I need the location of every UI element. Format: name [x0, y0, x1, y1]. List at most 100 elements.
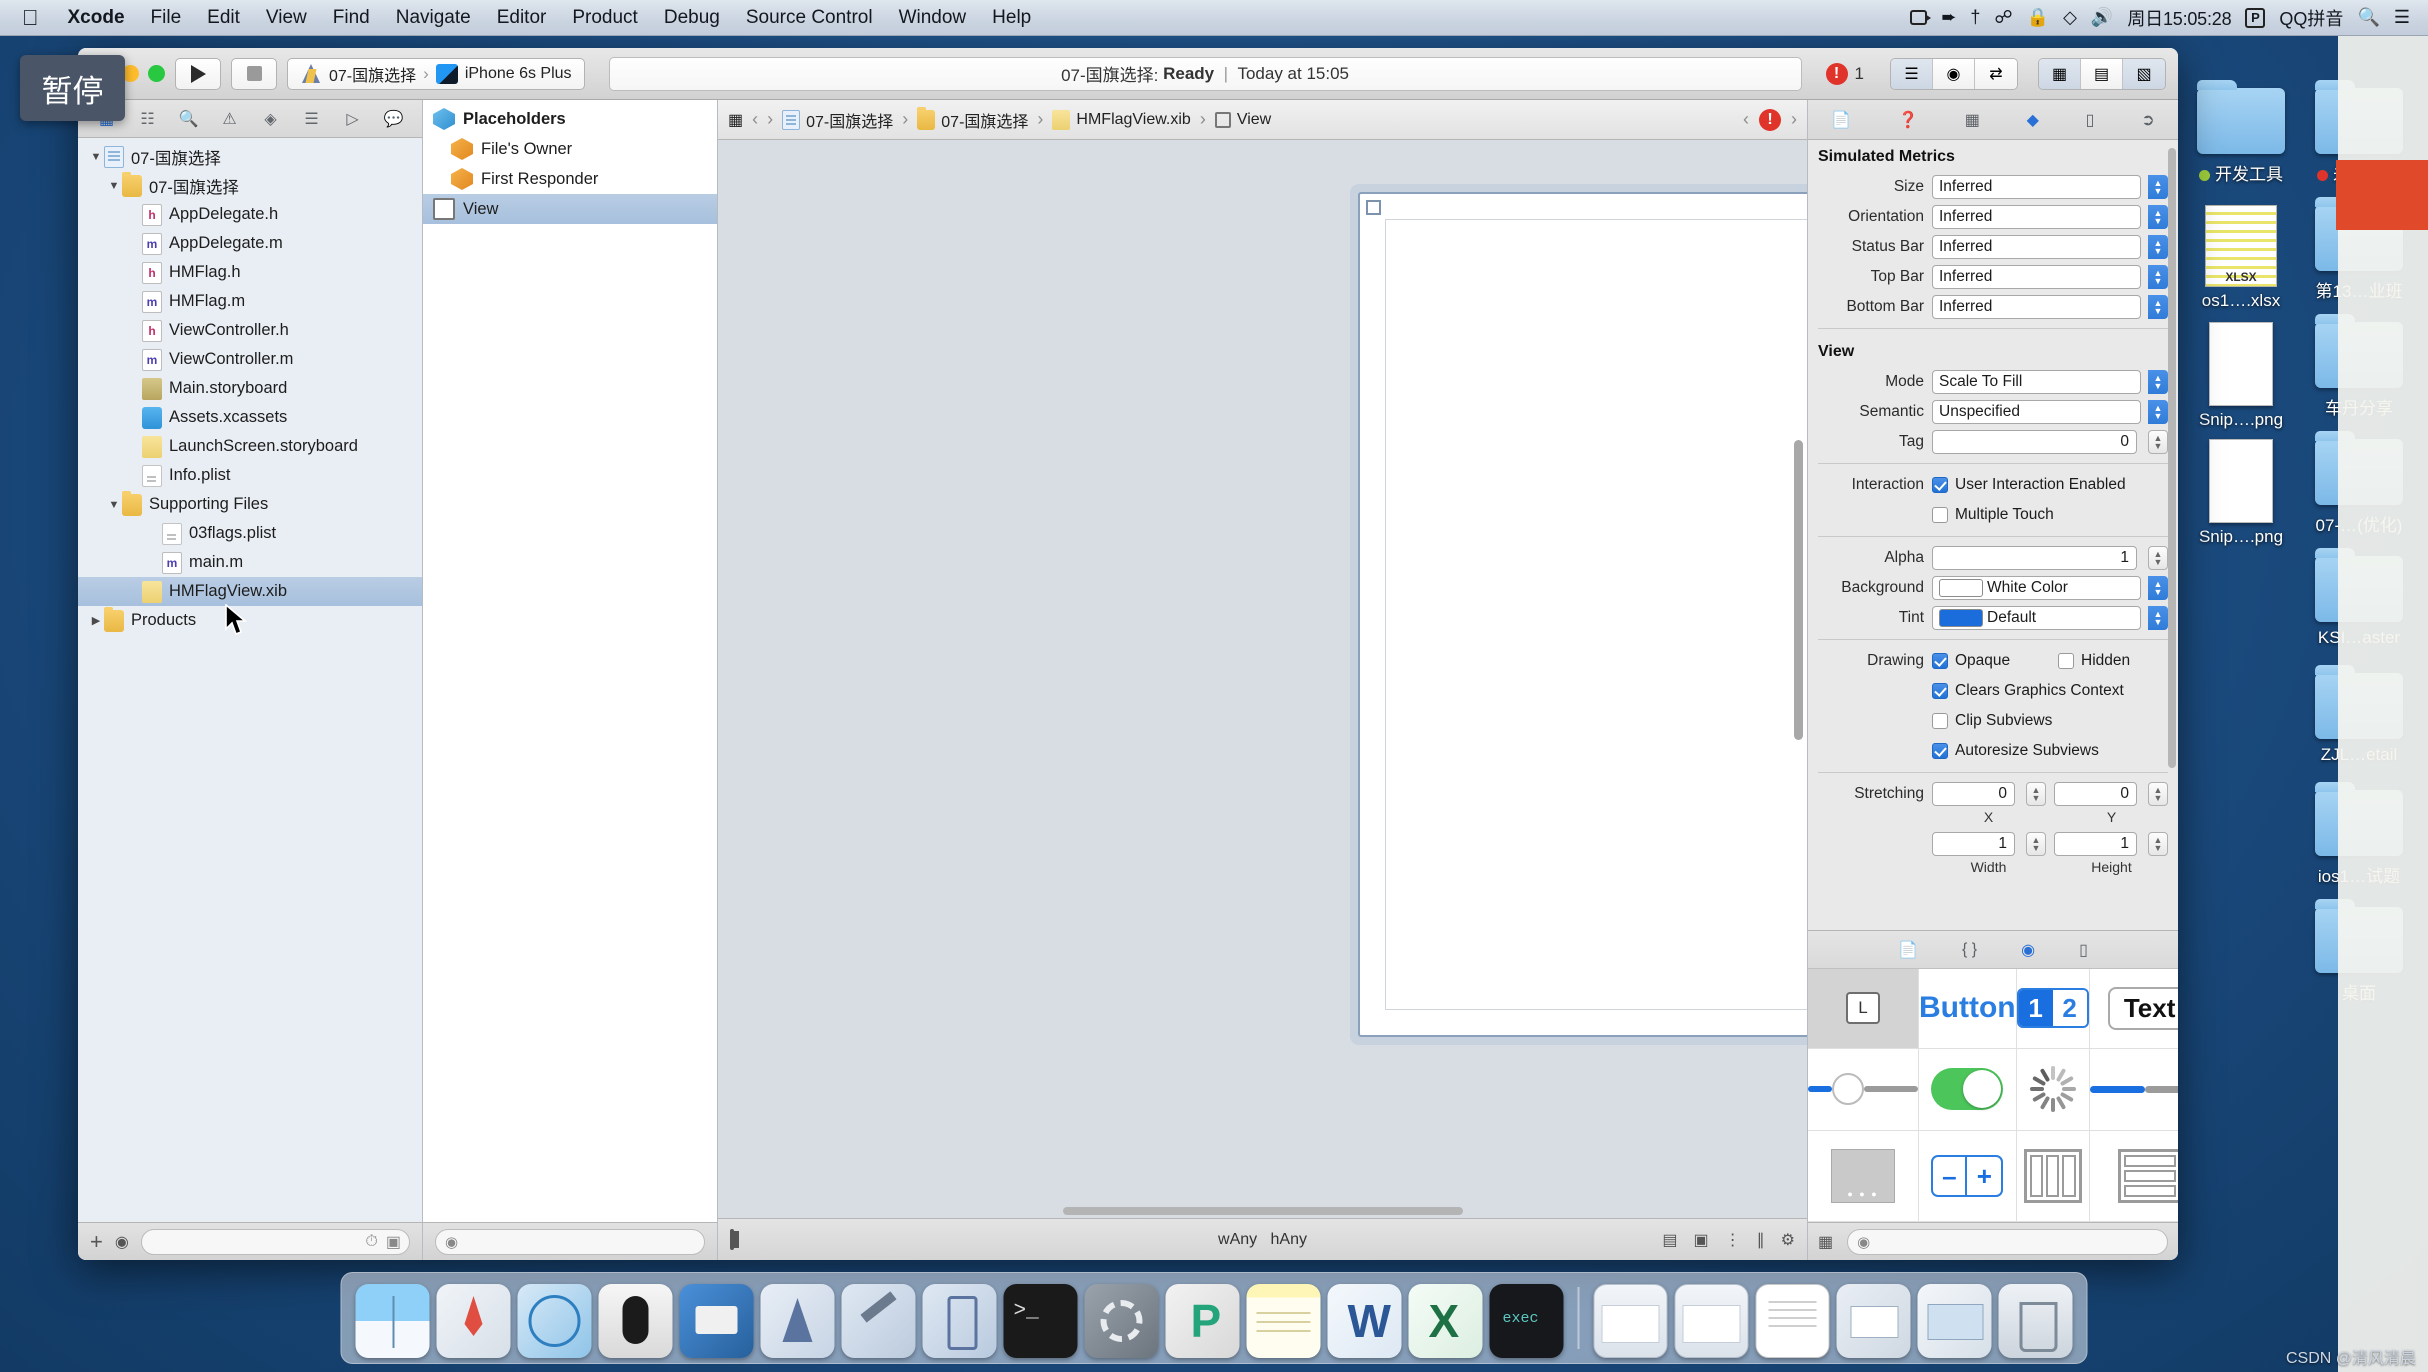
- canvas-horizontal-scrollbar[interactable]: [1062, 1207, 1463, 1215]
- navigator-row[interactable]: h HMFlag.h: [78, 258, 422, 287]
- outline-row[interactable]: View: [423, 194, 717, 224]
- location-icon[interactable]: ➨: [1941, 7, 1956, 28]
- dock-item-trash[interactable]: [1998, 1284, 2073, 1358]
- clip-checkbox-row[interactable]: Clip Subviews: [1932, 712, 2052, 730]
- dock-item-editor[interactable]: [1489, 1284, 1564, 1358]
- file-inspector-tab[interactable]: 📄: [1831, 110, 1851, 130]
- menu-help[interactable]: Help: [979, 7, 1044, 29]
- opaque-checkbox-row[interactable]: Opaque: [1932, 652, 2050, 670]
- breakpoint-navigator-tab[interactable]: ▷: [332, 104, 373, 134]
- lock-icon[interactable]: 🔒: [2027, 7, 2049, 28]
- dock-item-xcode[interactable]: [760, 1284, 835, 1358]
- simulated-metric-arrows[interactable]: ▲ ▼: [2148, 235, 2168, 259]
- tint-color-swatch[interactable]: [1939, 609, 1983, 627]
- library-layout-toggle-icon[interactable]: ▦: [1818, 1232, 1833, 1252]
- code-snippet-library-tab[interactable]: { }: [1962, 941, 1977, 959]
- desktop-icon[interactable]: Snip….png: [2182, 439, 2300, 547]
- hidden-checkbox-row[interactable]: Hidden: [2058, 652, 2168, 670]
- run-button[interactable]: [175, 57, 221, 90]
- navigator-row[interactable]: ▼ Supporting Files: [78, 490, 422, 519]
- dock-item-document[interactable]: [1755, 1284, 1830, 1358]
- dock-item-window-1[interactable]: [1593, 1284, 1668, 1358]
- input-method-label[interactable]: QQ拼音: [2279, 5, 2343, 31]
- navigator-row[interactable]: ▶ Products: [78, 606, 422, 635]
- dock-item-word[interactable]: [1327, 1284, 1402, 1358]
- menu-xcode[interactable]: Xcode: [55, 7, 138, 29]
- outline-filter-field[interactable]: ◉: [435, 1228, 705, 1255]
- attributes-inspector-body[interactable]: Simulated Metrics Size Inferred ▲ ▼ Orientat…: [1808, 140, 2178, 930]
- notification-center-icon[interactable]: ☰: [2394, 7, 2410, 28]
- menu-debug[interactable]: Debug: [651, 7, 733, 29]
- menu-window[interactable]: Window: [886, 7, 980, 29]
- navigator-row[interactable]: ▼ 07-国旗选择: [78, 142, 422, 171]
- view-tag-stepper[interactable]: ▲ ▼: [2148, 430, 2168, 454]
- clears-checkbox-row[interactable]: Clears Graphics Context: [1932, 682, 2124, 700]
- toggle-navigator-button[interactable]: ▦: [2039, 58, 2081, 89]
- dock-item-terminal[interactable]: [1003, 1284, 1078, 1358]
- disclosure-triangle-icon[interactable]: ▼: [106, 499, 122, 511]
- simulated-metric-arrows[interactable]: ▲ ▼: [2148, 205, 2168, 229]
- outline-list[interactable]: Placeholders File's Owner First Responder V…: [423, 100, 717, 1222]
- add-file-button[interactable]: +: [90, 1229, 103, 1255]
- navigator-row[interactable]: Main.storyboard: [78, 374, 422, 403]
- menu-file[interactable]: File: [138, 7, 195, 29]
- outline-row[interactable]: File's Owner: [423, 134, 717, 164]
- simulated-metric-popup[interactable]: Inferred: [1932, 175, 2141, 199]
- menu-find[interactable]: Find: [320, 7, 383, 29]
- dock-item-screenshot[interactable]: [1836, 1284, 1911, 1358]
- library-item-vertical-stack-view[interactable]: [2089, 1131, 2178, 1222]
- stretching-height-field[interactable]: 1: [2054, 832, 2137, 856]
- library-item-stepper[interactable]: – +: [1919, 1131, 2017, 1222]
- user-interaction-checkbox-row[interactable]: User Interaction Enabled: [1932, 476, 2126, 494]
- library-item-page-control[interactable]: [1808, 1131, 1919, 1222]
- library-item-progress-view[interactable]: [2089, 1049, 2178, 1132]
- airdrop-icon[interactable]: †: [1970, 7, 1980, 28]
- desktop-icon[interactable]: 开发工具: [2182, 80, 2300, 185]
- navigator-row[interactable]: 03flags.plist: [78, 519, 422, 548]
- disclosure-triangle-icon[interactable]: ▼: [106, 180, 122, 192]
- next-issue-button[interactable]: ›: [1791, 109, 1797, 130]
- navigator-row[interactable]: Assets.xcassets: [78, 403, 422, 432]
- background-color-swatch[interactable]: [1939, 579, 1983, 597]
- recent-files-icon[interactable]: ⏱: [365, 1233, 377, 1251]
- inspector-scrollbar[interactable]: [2168, 148, 2176, 768]
- simulated-metric-arrows[interactable]: ▲ ▼: [2148, 295, 2168, 319]
- outline-row[interactable]: First Responder: [423, 164, 717, 194]
- view-canvas-object[interactable]: [1358, 192, 1807, 1037]
- identity-inspector-tab[interactable]: ▦: [1965, 110, 1980, 130]
- report-navigator-tab[interactable]: 💬: [373, 104, 414, 134]
- dock-item-excel[interactable]: [1408, 1284, 1483, 1358]
- toggle-debug-area-button[interactable]: ▤: [2081, 58, 2123, 89]
- stop-button[interactable]: [231, 57, 277, 90]
- quick-help-tab[interactable]: ❓: [1898, 110, 1918, 130]
- library-item-text-field[interactable]: Text: [2089, 969, 2178, 1049]
- user-interaction-checkbox[interactable]: [1932, 477, 1948, 493]
- menu-navigate[interactable]: Navigate: [383, 7, 484, 29]
- opaque-checkbox[interactable]: [1932, 653, 1948, 669]
- menu-bar-clock[interactable]: 周日15:05:28: [2127, 5, 2231, 31]
- dock-item-instruments[interactable]: [841, 1284, 916, 1358]
- object-library-tab[interactable]: ◉: [2021, 940, 2035, 960]
- view-semantic-popup-arrows[interactable]: ▲ ▼: [2148, 400, 2168, 424]
- library-item-horizontal-stack-view[interactable]: [2016, 1131, 2090, 1222]
- navigator-row[interactable]: h AppDelegate.h: [78, 200, 422, 229]
- source-control-navigator-tab[interactable]: ☷: [127, 104, 168, 134]
- assistant-editor-button[interactable]: ◉: [1933, 58, 1975, 89]
- stretching-height-stepper[interactable]: ▲ ▼: [2148, 832, 2168, 856]
- view-tint-popup-arrows[interactable]: ▲ ▼: [2148, 606, 2168, 630]
- menu-source-control[interactable]: Source Control: [733, 7, 886, 29]
- navigator-row[interactable]: h ViewController.h: [78, 316, 422, 345]
- stretching-y-field[interactable]: 0: [2054, 782, 2137, 806]
- library-item-label[interactable]: L: [1808, 969, 1919, 1049]
- canvas-resize-corner-handle[interactable]: [1366, 200, 1381, 215]
- find-navigator-tab[interactable]: 🔍: [168, 104, 209, 134]
- issue-navigator-tab[interactable]: ⚠: [209, 104, 250, 134]
- simulated-metric-arrows[interactable]: ▲ ▼: [2148, 175, 2168, 199]
- toggle-inspector-button[interactable]: ▧: [2123, 58, 2165, 89]
- stretching-y-stepper[interactable]: ▲ ▼: [2148, 782, 2168, 806]
- canvas-vertical-scrollbar[interactable]: [1794, 440, 1803, 740]
- outline-row[interactable]: Placeholders: [423, 104, 717, 134]
- issue-indicator-icon[interactable]: !: [1759, 108, 1781, 131]
- navigator-row[interactable]: m HMFlag.m: [78, 287, 422, 316]
- editor-mode-segmented-control[interactable]: ☰ ◉ ⇄: [1890, 57, 2018, 90]
